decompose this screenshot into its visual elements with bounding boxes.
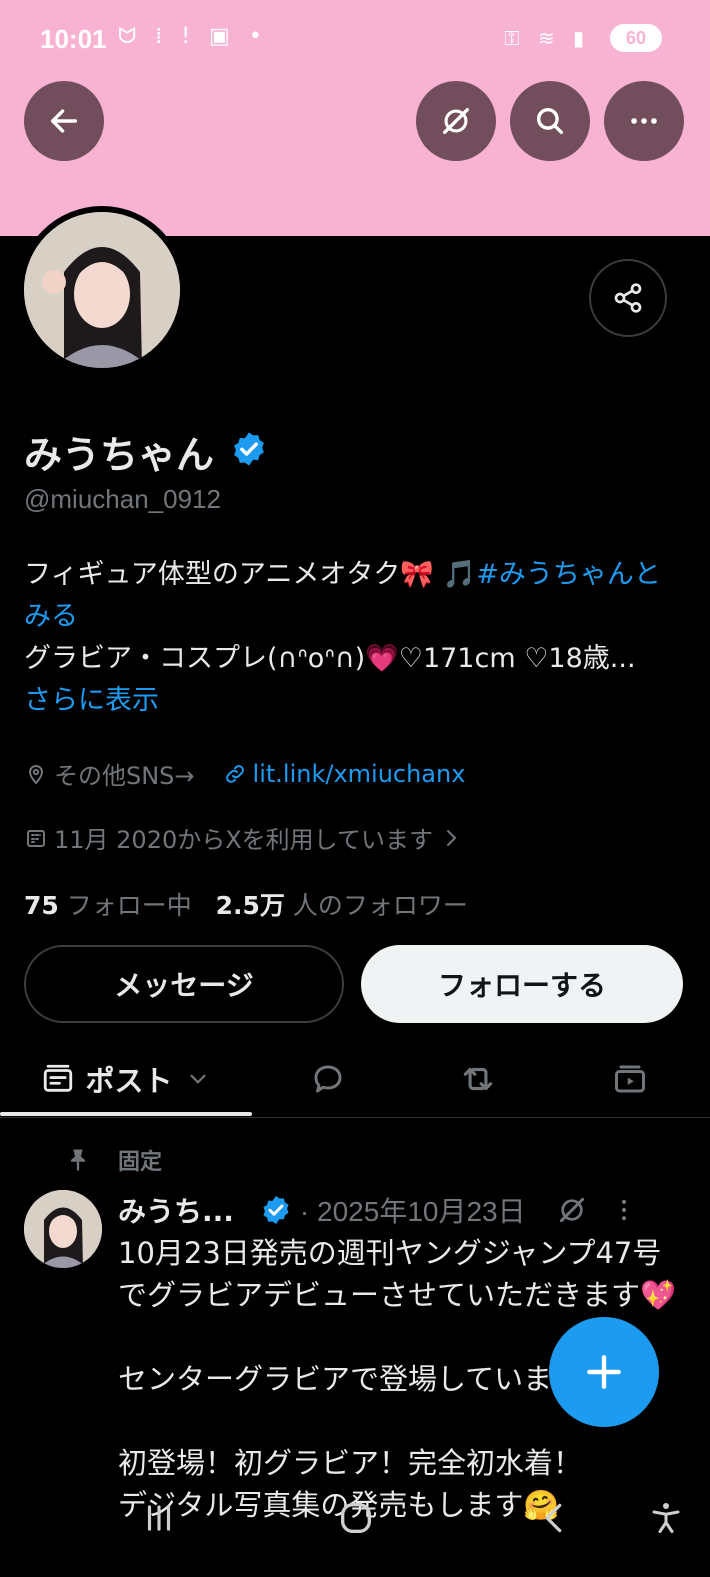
message-button[interactable]: メッセージ	[24, 945, 344, 1023]
search-button[interactable]	[510, 81, 590, 161]
arrow-left-icon	[50, 109, 78, 133]
more-options-button[interactable]	[604, 81, 684, 161]
follow-button[interactable]: フォローする	[361, 945, 683, 1023]
profile-tabs: ポスト	[0, 1040, 710, 1118]
tab-media[interactable]	[592, 1040, 668, 1118]
post-author-avatar[interactable]	[24, 1190, 102, 1268]
followers-count: 2.5万	[215, 891, 285, 920]
accessibility-icon[interactable]	[648, 1498, 684, 1538]
share-icon	[614, 283, 642, 313]
connectivity-icons: ⚿ ≋ ▮	[504, 26, 590, 50]
followers-label: 人のフォロワー	[292, 891, 468, 920]
link-icon	[225, 764, 244, 783]
grok-icon	[442, 107, 470, 135]
recent-apps-icon[interactable]	[140, 1498, 178, 1538]
following-link[interactable]: 75 フォロー中	[24, 891, 192, 920]
more-horizontal-icon	[631, 118, 657, 124]
repost-icon	[463, 1067, 493, 1091]
back-nav-icon[interactable]	[536, 1498, 574, 1538]
posts-icon	[44, 1064, 73, 1092]
post-avatar-photo	[24, 1190, 102, 1268]
pinned-label: 固定	[118, 1150, 163, 1175]
joined-text: 11月 2020からXを利用しています	[54, 826, 433, 854]
chevron-down-icon	[189, 1074, 206, 1084]
location-pin-icon	[28, 764, 44, 784]
verified-badge-icon	[234, 432, 264, 466]
post-header: みうち... · 2025年10月23日	[118, 1190, 688, 1230]
tab-replies[interactable]	[290, 1040, 366, 1118]
tab-reposts[interactable]	[440, 1040, 516, 1118]
following-label: フォロー中	[66, 891, 192, 920]
status-time: 10:01	[40, 24, 107, 54]
profile-handle: @miuchan_0912	[24, 484, 221, 514]
followers-link[interactable]: 2.5万 人のフォロワー	[216, 891, 468, 920]
reply-bubble-icon	[314, 1065, 342, 1093]
post-author-name[interactable]: みうち...	[118, 1190, 234, 1230]
chevron-right-icon	[446, 829, 457, 846]
profile-meta-joined[interactable]: 11月 2020からXを利用しています	[24, 820, 469, 855]
profile-meta-location: その他SNS→ lit.link/xmiuchanx	[24, 756, 465, 791]
system-nav-bar	[0, 1480, 710, 1577]
show-more-link[interactable]: さらに表示	[24, 685, 159, 716]
tab-posts-label: ポスト	[85, 1064, 173, 1098]
compose-post-button[interactable]	[549, 1317, 659, 1427]
status-bar: 10:01 ᗢ ⁞ ! ▣ • ⚿ ≋ ▮ 60	[0, 0, 710, 80]
search-icon	[536, 107, 564, 135]
post-date[interactable]: · 2025年10月23日	[300, 1190, 526, 1230]
grok-icon[interactable]	[556, 1194, 588, 1226]
location-text: その他SNS→	[54, 762, 195, 790]
pin-icon	[71, 1149, 85, 1171]
more-vertical-icon[interactable]	[610, 1196, 638, 1224]
tab-posts[interactable]: ポスト	[0, 1040, 252, 1118]
media-icon	[615, 1065, 645, 1093]
profile-name: みうちゃん	[24, 433, 215, 477]
notification-icons: ᗢ ⁞ ! ▣ •	[118, 24, 268, 49]
active-tab-indicator	[0, 1112, 252, 1116]
following-count: 75	[24, 891, 59, 920]
profile-avatar[interactable]	[24, 212, 180, 368]
home-icon[interactable]	[336, 1498, 376, 1538]
verified-badge-icon	[263, 1196, 289, 1224]
avatar-photo	[24, 212, 180, 368]
battery-indicator: 60	[610, 24, 662, 52]
follow-counts: 75 フォロー中 2.5万 人のフォロワー	[24, 886, 468, 922]
profile-bio: フィギュア体型のアニメオタク🎀 🎵#みうちゃんとみる グラビア・コスプレ(∩ᐢo…	[24, 554, 684, 722]
plus-icon	[587, 1355, 621, 1389]
bio-text-line1: フィギュア体型のアニメオタク🎀 🎵	[24, 559, 477, 590]
website-link[interactable]: lit.link/xmiuchanx	[253, 760, 466, 788]
calendar-icon	[27, 829, 45, 847]
back-button[interactable]	[24, 81, 104, 161]
bio-text-line2: グラビア・コスプレ(∩ᐢoᐢ∩)💗♡171cm ♡18歳...	[24, 643, 636, 674]
share-button[interactable]	[589, 259, 667, 337]
grok-button[interactable]	[416, 81, 496, 161]
pinned-indicator: 固定	[64, 1144, 162, 1176]
